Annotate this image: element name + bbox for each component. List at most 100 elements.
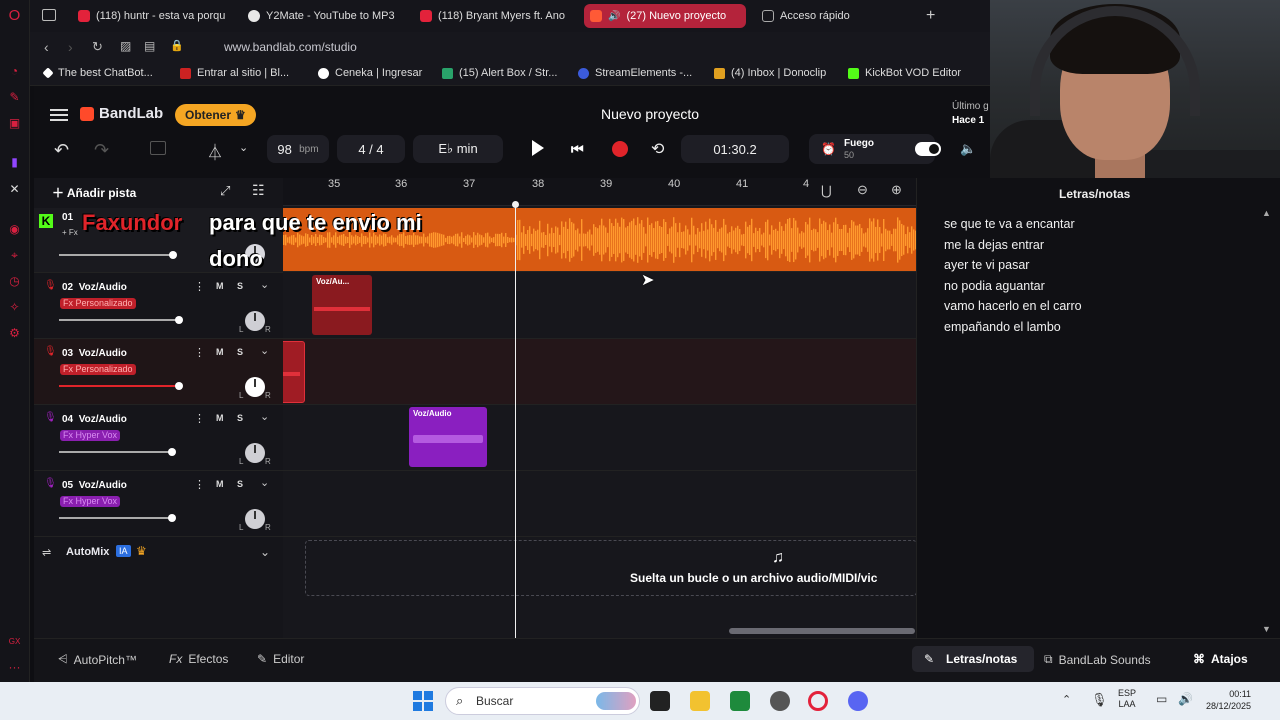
chevron-down-icon[interactable]: ⌄ xyxy=(260,278,269,291)
volume-slider[interactable] xyxy=(59,251,177,259)
lyric-line[interactable]: ayer te vi pasar xyxy=(944,258,1029,272)
lane-04[interactable]: Voz/Audio xyxy=(283,405,916,471)
chevron-down-icon[interactable]: ⌄ xyxy=(260,545,270,559)
volume-slider[interactable] xyxy=(59,514,176,522)
hamburger-menu-icon[interactable] xyxy=(50,106,68,124)
record-icon[interactable] xyxy=(612,141,628,157)
network-icon[interactable]: ▭ xyxy=(1156,692,1167,706)
aria-icon[interactable]: ✎ xyxy=(7,90,22,105)
audio-clip[interactable] xyxy=(283,341,305,403)
opera-icon[interactable] xyxy=(808,691,828,711)
solo-button[interactable]: S xyxy=(237,479,243,489)
taskbar-search[interactable]: ⌕ Buscar xyxy=(445,687,640,715)
autopitch-button[interactable]: ⩤ AutoPitch™ xyxy=(58,652,137,667)
fx-badge[interactable]: Fx Hyper Vox xyxy=(60,430,121,441)
pin-icon[interactable]: ⌖ xyxy=(7,248,22,263)
windows-start-icon[interactable] xyxy=(413,691,433,711)
mic-icon[interactable]: 🎙 xyxy=(44,280,57,291)
volume-icon[interactable]: 🔊 xyxy=(1178,692,1193,706)
bandlab-sounds-button[interactable]: ⧉ BandLab Sounds xyxy=(1044,652,1151,667)
effects-button[interactable]: Fx Efectos xyxy=(169,652,228,666)
bookmark-blaze[interactable]: Entrar al sitio | Bl... xyxy=(180,67,289,79)
lane-05[interactable] xyxy=(283,471,916,537)
lyrics-tab[interactable]: ✎ Letras/notas xyxy=(912,646,1034,672)
key-control[interactable]: E♭ min xyxy=(413,135,503,163)
extensions-icon[interactable]: ✧ xyxy=(7,300,22,315)
fx-badge[interactable]: Fx Personalizado xyxy=(60,298,136,309)
track-row-03[interactable]: 🎙 03 Voz/Audio Fx Personalizado ⋮ M S ⌄ … xyxy=(34,339,283,405)
chevron-down-icon[interactable]: ⌄ xyxy=(260,344,269,357)
solo-button[interactable]: S xyxy=(237,347,243,357)
horizontal-scrollbar[interactable] xyxy=(729,628,915,634)
scroll-down-icon[interactable]: ▼ xyxy=(1262,624,1271,634)
fx-badge[interactable]: Fx Personalizado xyxy=(60,364,136,375)
track-menu-icon[interactable]: ⋮ xyxy=(194,346,205,359)
play-icon[interactable] xyxy=(532,140,544,156)
solo-button[interactable]: S xyxy=(237,413,243,423)
track-row-04[interactable]: 🎙 04 Voz/Audio Fx Hyper Vox ⋮ M S ⌄ L R xyxy=(34,405,283,471)
back-icon[interactable]: ‹ xyxy=(44,39,49,55)
mute-button[interactable]: M xyxy=(216,281,224,291)
skip-to-start-icon[interactable]: ⏮ xyxy=(571,141,584,158)
track-menu-icon[interactable]: ⋮ xyxy=(194,478,205,491)
file-explorer-icon[interactable] xyxy=(690,691,710,711)
track-row-05[interactable]: 🎙 05 Voz/Audio Fx Hyper Vox ⋮ M S ⌄ L R xyxy=(34,471,283,537)
task-view-icon[interactable] xyxy=(650,691,670,711)
fx-badge[interactable]: Fx Hyper Vox xyxy=(60,496,121,507)
bookmark-streamelements[interactable]: StreamElements -... xyxy=(578,67,692,79)
shortcuts-button[interactable]: ⌘ Atajos xyxy=(1193,652,1248,666)
magnet-icon[interactable]: ⋃ xyxy=(821,183,832,199)
loop-icon[interactable]: ⟲ xyxy=(651,139,664,159)
zoom-out-icon[interactable]: ⊖ xyxy=(857,182,868,198)
pan-knob[interactable] xyxy=(245,311,265,331)
track-menu-icon[interactable]: ⋮ xyxy=(194,280,205,293)
zoom-in-icon[interactable]: ⊕ xyxy=(891,182,902,198)
audio-clip[interactable]: Voz/Au... xyxy=(312,275,372,335)
lyric-line[interactable]: me la dejas entrar xyxy=(944,238,1044,252)
mute-button[interactable]: M xyxy=(216,413,224,423)
track-menu-icon[interactable]: ⋮ xyxy=(194,412,205,425)
lane-02[interactable]: Voz/Au... xyxy=(283,273,916,339)
timeline-ruler[interactable]: 35 36 37 38 39 40 41 4 ⋃ ⊖ ⊕ xyxy=(283,178,916,206)
twitch-icon[interactable]: ▮ xyxy=(7,155,22,170)
drop-zone[interactable]: ♫ Suelta un bucle o un archivo audio/MID… xyxy=(305,540,916,596)
bookmark-donoclip[interactable]: (4) Inbox | Donoclip xyxy=(714,67,826,79)
opera-logo-icon[interactable]: O xyxy=(7,8,22,23)
speed-dial-icon[interactable]: ◔ xyxy=(7,64,22,79)
bookmark-kickbot[interactable]: KickBot VOD Editor xyxy=(848,67,961,79)
messenger-icon[interactable]: ▣ xyxy=(7,116,22,131)
get-membership-button[interactable]: Obtener ♛ xyxy=(175,104,256,126)
easy-files-icon[interactable]: ▤ xyxy=(144,39,155,53)
mute-button[interactable]: M xyxy=(216,347,224,357)
bookmark-alert-box[interactable]: (15) Alert Box / Str... xyxy=(442,67,557,79)
lyric-line[interactable]: no podia aguantar xyxy=(944,279,1045,293)
obs-icon[interactable] xyxy=(770,691,790,711)
bookmark-ceneka[interactable]: Ceneka | Ingresar xyxy=(318,67,422,79)
lyric-line[interactable]: se que te va a encantar xyxy=(944,217,1075,231)
editor-button[interactable]: ✎ Editor xyxy=(257,652,304,666)
settings-icon[interactable]: ⚙ xyxy=(7,326,22,341)
excel-icon[interactable] xyxy=(730,691,750,711)
snapshot-icon[interactable]: ▨ xyxy=(120,39,131,53)
track-row-02[interactable]: 🎙 02 Voz/Audio Fx Personalizado ⋮ M S ⌄ … xyxy=(34,273,283,339)
history-icon[interactable]: ◷ xyxy=(7,274,22,289)
more-icon[interactable]: ··· xyxy=(7,660,22,675)
chevron-down-icon[interactable]: ⌄ xyxy=(260,476,269,489)
volume-slider[interactable] xyxy=(59,316,183,324)
discord-icon[interactable] xyxy=(848,691,868,711)
forward-icon[interactable]: › xyxy=(68,39,73,55)
pan-knob[interactable] xyxy=(245,377,265,397)
mute-button[interactable]: M xyxy=(216,479,224,489)
clock[interactable]: 00:11 28/12/2025 xyxy=(1206,688,1251,712)
chevron-down-icon[interactable]: ⌄ xyxy=(260,410,269,423)
metronome-icon[interactable]: ⏃ xyxy=(207,139,223,163)
volume-icon[interactable]: 🔈 xyxy=(960,141,976,157)
x-icon[interactable]: ✕ xyxy=(7,182,22,197)
tab-acceso-rapido[interactable]: Acceso rápido xyxy=(756,4,896,28)
automation-icon[interactable]: ⤢ xyxy=(220,183,230,199)
chevron-up-icon[interactable]: ⌃ xyxy=(1062,693,1071,706)
pan-knob[interactable] xyxy=(245,443,265,463)
tab-huntr[interactable]: (118) huntr - esta va porqu xyxy=(72,4,242,28)
solo-button[interactable]: S xyxy=(237,281,243,291)
loop-region-icon[interactable] xyxy=(150,141,166,155)
